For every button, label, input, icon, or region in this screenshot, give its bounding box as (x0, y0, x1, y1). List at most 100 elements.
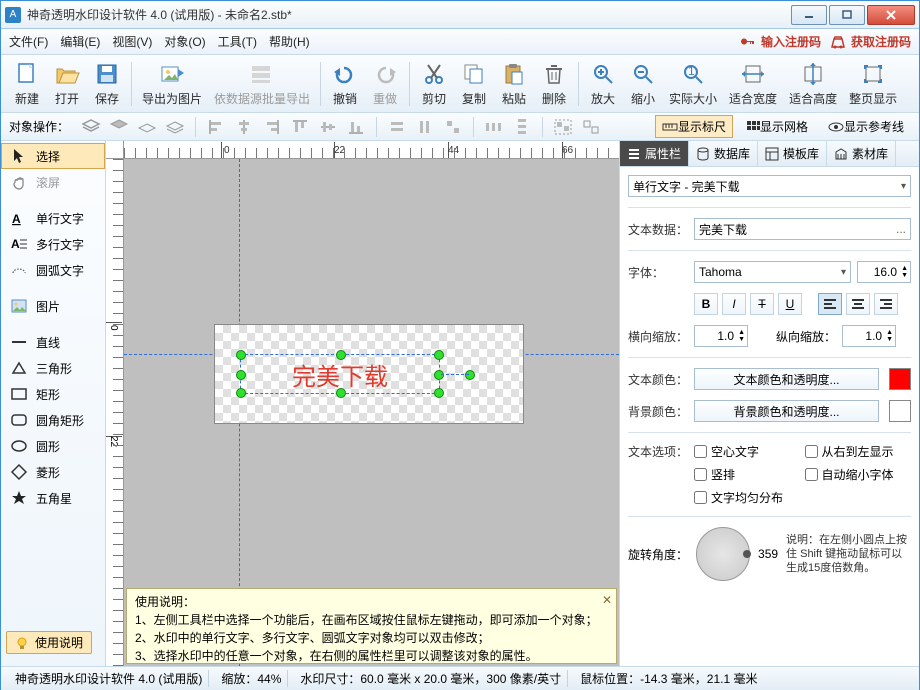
justify-checkbox[interactable]: 文字均匀分布 (694, 489, 801, 506)
dist-v-icon[interactable] (510, 116, 534, 138)
layer-down-icon[interactable] (135, 116, 159, 138)
menu-file[interactable]: 文件(F) (9, 33, 48, 50)
selected-text-object[interactable]: 完美下载 (240, 354, 440, 394)
new-button[interactable]: 新建 (7, 58, 47, 110)
align-right-icon[interactable] (260, 116, 284, 138)
autoshrink-checkbox[interactable]: 自动缩小字体 (805, 466, 912, 483)
paste-button[interactable]: 粘贴 (494, 58, 534, 110)
menu-edit[interactable]: 编辑(E) (60, 33, 100, 50)
redo-button[interactable]: 重做 (365, 58, 405, 110)
save-button[interactable]: 保存 (87, 58, 127, 110)
tool-rect[interactable]: 矩形 (1, 381, 105, 407)
same-height-icon[interactable] (413, 116, 437, 138)
export-image-button[interactable]: 导出为图片 (136, 58, 208, 110)
tool-select[interactable]: 选择 (1, 143, 105, 169)
tool-image[interactable]: 图片 (1, 293, 105, 319)
textdata-input[interactable]: 完美下载... (694, 218, 911, 240)
textcolor-button[interactable]: 文本颜色和透明度... (694, 368, 879, 390)
bgcolor-swatch[interactable] (889, 400, 911, 422)
tool-triangle[interactable]: 三角形 (1, 355, 105, 381)
italic-button[interactable]: I (722, 293, 746, 315)
undo-button[interactable]: 撤销 (325, 58, 365, 110)
same-size-icon[interactable] (441, 116, 465, 138)
menu-tool[interactable]: 工具(T) (218, 33, 257, 50)
fit-page-button[interactable]: 整页显示 (843, 58, 903, 110)
layer-up-icon[interactable] (107, 116, 131, 138)
fit-height-button[interactable]: 适合高度 (783, 58, 843, 110)
fontsize-spin[interactable]: 16.0▲▼ (857, 261, 911, 283)
layer-front-icon[interactable] (79, 116, 103, 138)
help-close-icon[interactable]: ✕ (602, 591, 612, 609)
tool-star[interactable]: 五角星 (1, 485, 105, 511)
tool-pan[interactable]: 滚屏 (1, 169, 105, 195)
align-left-icon[interactable] (204, 116, 228, 138)
zoom-out-button[interactable]: 缩小 (623, 58, 663, 110)
actual-size-button[interactable]: 1实际大小 (663, 58, 723, 110)
align-right-button[interactable] (874, 293, 898, 315)
get-code-link[interactable]: 获取注册码 (831, 33, 911, 50)
fit-width-button[interactable]: 适合宽度 (723, 58, 783, 110)
tab-database[interactable]: 数据库 (689, 141, 758, 166)
align-top-icon[interactable] (288, 116, 312, 138)
menu-help[interactable]: 帮助(H) (269, 33, 310, 50)
object-op-bar: 对象操作： 显示标尺 显示网格 显示参考线 (1, 113, 919, 141)
cut-button[interactable]: 剪切 (414, 58, 454, 110)
enter-code-link[interactable]: 输入注册码 (743, 33, 821, 50)
copy-button[interactable]: 复制 (454, 58, 494, 110)
vertical-checkbox[interactable]: 竖排 (694, 466, 801, 483)
horizontal-ruler[interactable]: 0 22 44 66 (124, 141, 619, 159)
hscale-spin[interactable]: 1.0▲▼ (694, 325, 748, 347)
bgcolor-button[interactable]: 背景颜色和透明度... (694, 400, 879, 422)
rtl-checkbox[interactable]: 从右到左显示 (805, 443, 912, 460)
delete-button[interactable]: 删除 (534, 58, 574, 110)
tool-text-multi[interactable]: A多行文字 (1, 231, 105, 257)
tool-line[interactable]: 直线 (1, 329, 105, 355)
underline-button[interactable]: U (778, 293, 802, 315)
group-icon[interactable] (551, 116, 575, 138)
show-grid-toggle[interactable]: 显示网格 (739, 115, 815, 138)
batch-export-button[interactable]: 依数据源批量导出 (208, 58, 316, 110)
menu-object[interactable]: 对象(O) (164, 33, 205, 50)
vertical-ruler[interactable]: 0 22 (106, 159, 124, 666)
object-selector-combo[interactable]: 单行文字 - 完美下载▾ (628, 175, 911, 197)
tool-round-rect[interactable]: 圆角矩形 (1, 407, 105, 433)
tool-diamond[interactable]: 菱形 (1, 459, 105, 485)
watermark-text: 完美下载 (292, 357, 388, 392)
open-button[interactable]: 打开 (47, 58, 87, 110)
tool-text-single[interactable]: A单行文字 (1, 205, 105, 231)
tab-properties[interactable]: 属性栏 (620, 141, 689, 166)
dist-h-icon[interactable] (482, 116, 506, 138)
usage-toggle-button[interactable]: 使用说明 (6, 631, 92, 654)
same-width-icon[interactable] (385, 116, 409, 138)
ruler-corner (106, 141, 124, 159)
align-hcenter-icon[interactable] (232, 116, 256, 138)
bold-button[interactable]: B (694, 293, 718, 315)
align-center-button[interactable] (846, 293, 870, 315)
minimize-button[interactable] (791, 5, 827, 25)
tool-text-arc[interactable]: 圆弧文字 (1, 257, 105, 283)
tool-circle[interactable]: 圆形 (1, 433, 105, 459)
strike-button[interactable]: T (750, 293, 774, 315)
ungroup-icon[interactable] (579, 116, 603, 138)
show-ruler-toggle[interactable]: 显示标尺 (655, 115, 733, 138)
canvas[interactable]: 完美下载 ✕ 使用说明： 1、左侧工具栏中选择一个功能后，在画布区域按住鼠标左键… (124, 159, 619, 666)
zoom-in-button[interactable]: 放大 (583, 58, 623, 110)
close-button[interactable] (867, 5, 915, 25)
textcolor-swatch[interactable] (889, 368, 911, 390)
status-app: 神奇透明水印设计软件 4.0 (试用版) (9, 670, 209, 687)
font-combo[interactable]: Tahoma▾ (694, 261, 851, 283)
tab-templates[interactable]: 模板库 (758, 141, 827, 166)
align-vcenter-icon[interactable] (316, 116, 340, 138)
textdata-label: 文本数据： (628, 221, 688, 238)
layer-back-icon[interactable] (163, 116, 187, 138)
vscale-spin[interactable]: 1.0▲▼ (842, 325, 896, 347)
menu-view[interactable]: 视图(V) (112, 33, 152, 50)
rotation-handle[interactable] (465, 370, 475, 380)
align-bottom-icon[interactable] (344, 116, 368, 138)
maximize-button[interactable] (829, 5, 865, 25)
hollow-checkbox[interactable]: 空心文字 (694, 443, 801, 460)
align-left-button[interactable] (818, 293, 842, 315)
tab-resources[interactable]: 素材库 (827, 141, 896, 166)
show-guides-toggle[interactable]: 显示参考线 (821, 115, 911, 138)
rotation-dial[interactable] (696, 527, 750, 581)
